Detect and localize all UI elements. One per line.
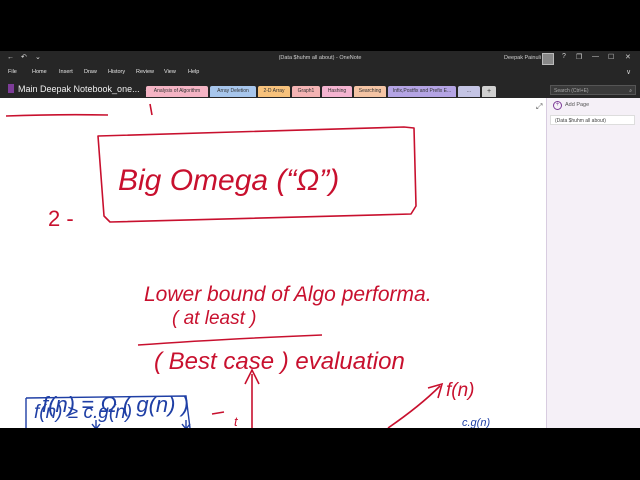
notebook-selector[interactable]: Main Deepak Notebook_one... ⌄ bbox=[8, 84, 150, 94]
help-icon[interactable]: ? bbox=[562, 53, 566, 60]
collapse-ribbon-icon[interactable]: ∨ bbox=[626, 68, 631, 76]
ink-time-label: t bbox=[234, 414, 239, 428]
menu-insert[interactable]: Insert bbox=[59, 69, 73, 75]
search-placeholder: Search (Ctrl+E) bbox=[554, 88, 589, 94]
avatar[interactable] bbox=[542, 53, 554, 65]
tab-analysis-of-algorithm[interactable]: Analysis of Algorithm bbox=[146, 86, 208, 97]
page-list-item[interactable]: (Data $huhm all about) bbox=[550, 115, 635, 125]
section-tab-row: Main Deepak Notebook_one... ⌄ Analysis o… bbox=[0, 81, 640, 98]
tab-searching[interactable]: Searching bbox=[354, 86, 386, 97]
ink-underline bbox=[137, 334, 323, 346]
menu-review[interactable]: Review bbox=[136, 69, 154, 75]
expand-icon[interactable]: ⤢ bbox=[536, 102, 542, 112]
menu-help[interactable]: Help bbox=[188, 69, 199, 75]
pages-pane: + Add Page (Data $huhm all about) bbox=[546, 98, 640, 428]
ink-line-at-least: ( at least ) bbox=[172, 308, 256, 329]
onenote-window: ← ↶ ⌄ (Data $huhm all about) - OneNote D… bbox=[0, 51, 640, 428]
tab-hashing[interactable]: Hashing bbox=[322, 86, 352, 97]
ink-line-lower-bound: Lower bound of Algo performa. bbox=[144, 283, 432, 306]
tab-array-deletion[interactable]: Array Deletion bbox=[210, 86, 256, 97]
ink-line-best-case: ( Best case ) evaluation bbox=[154, 348, 405, 375]
title-bar: ← ↶ ⌄ (Data $huhm all about) - OneNote D… bbox=[0, 51, 640, 66]
tab-graph1[interactable]: Graph1 bbox=[292, 86, 320, 97]
notebook-icon bbox=[8, 84, 14, 93]
plus-icon: + bbox=[553, 101, 562, 110]
menu-home[interactable]: Home bbox=[32, 69, 47, 75]
ink-bottom-row: f(n) ≥ c.g(n) t c.g(n) bbox=[25, 395, 490, 428]
add-page-label: Add Page bbox=[565, 102, 590, 108]
ribbon-menu: File Home Insert Draw History Review Vie… bbox=[0, 66, 640, 81]
menu-file[interactable]: File bbox=[8, 69, 17, 75]
add-page-button[interactable]: + Add Page bbox=[553, 101, 589, 110]
add-section-button[interactable]: + bbox=[482, 86, 496, 97]
ink-small-label: c.g(n) bbox=[462, 417, 490, 428]
ink-previous-stroke bbox=[149, 103, 153, 116]
note-canvas[interactable]: ⤢ 2 - Big Omega (“Ω”) Lower bound of Alg… bbox=[0, 98, 546, 428]
ink-previous-line bbox=[5, 113, 109, 117]
user-name[interactable]: Deepak Painuli bbox=[504, 55, 541, 61]
menu-view[interactable]: View bbox=[164, 69, 176, 75]
ink-heading: Big Omega (“Ω”) bbox=[118, 164, 339, 197]
tab-infix-postfix[interactable]: Infix,Postfix and Prefix E... bbox=[388, 86, 456, 97]
ink-item-number: 2 - bbox=[48, 206, 74, 231]
maximize-icon[interactable]: ☐ bbox=[608, 53, 614, 61]
ink-formula-inequality: f(n) ≥ c.g(n) bbox=[34, 402, 132, 423]
search-input[interactable]: Search (Ctrl+E) ⌕ bbox=[550, 85, 636, 95]
close-icon[interactable]: ✕ bbox=[625, 53, 631, 61]
tab-more[interactable]: ... bbox=[458, 86, 480, 97]
restore-icon[interactable]: ❐ bbox=[576, 53, 582, 61]
minimize-icon[interactable]: — bbox=[592, 53, 599, 60]
menu-history[interactable]: History bbox=[108, 69, 125, 75]
ink-drawing: 2 - Big Omega (“Ω”) Lower bound of Algo … bbox=[5, 103, 475, 428]
tab-2d-array[interactable]: 2-D Array bbox=[258, 86, 290, 97]
notebook-name: Main Deepak Notebook_one... bbox=[18, 84, 140, 94]
search-icon[interactable]: ⌕ bbox=[629, 86, 632, 96]
ink-tick-mark bbox=[211, 411, 225, 415]
menu-draw[interactable]: Draw bbox=[84, 69, 97, 75]
